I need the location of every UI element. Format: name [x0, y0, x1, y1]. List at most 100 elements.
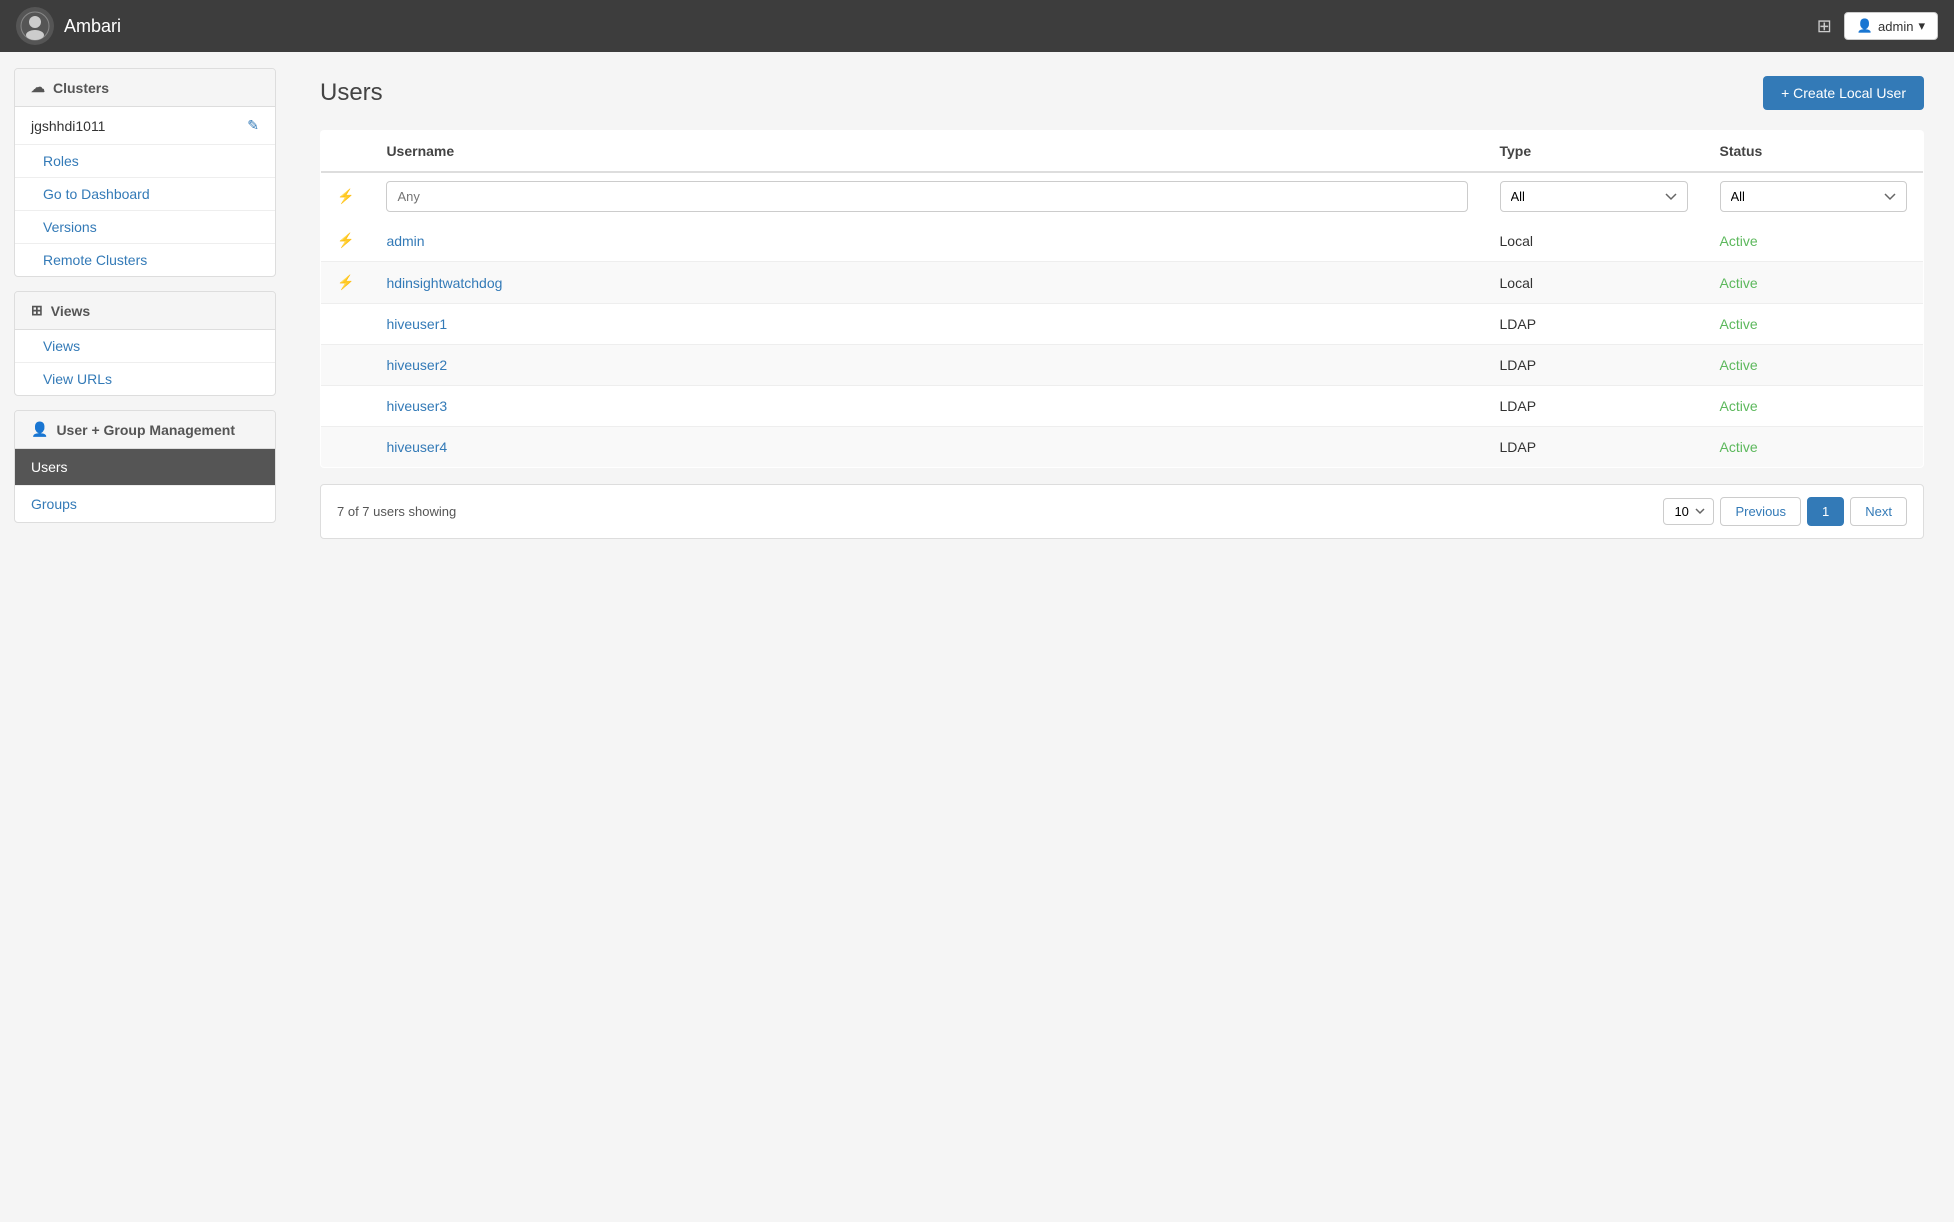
- main-content: Users + Create Local User Username Type …: [290, 52, 1954, 1222]
- username-filter-input[interactable]: [386, 181, 1467, 212]
- sidebar-item-remote-clusters[interactable]: Remote Clusters: [15, 244, 275, 276]
- topnav-right: ⊞ 👤 admin ▾: [1817, 12, 1938, 40]
- cloud-icon: ☁: [31, 79, 45, 96]
- table-row: ⚡ admin Local Active: [321, 220, 1924, 262]
- bolt-cell: ⚡: [321, 220, 371, 262]
- page-1-button[interactable]: 1: [1807, 497, 1844, 526]
- table-row: hiveuser3 LDAP Active: [321, 386, 1924, 427]
- type-cell: LDAP: [1484, 345, 1704, 386]
- users-table: Username Type Status ⚡ All Local: [320, 130, 1924, 468]
- status-badge: Active: [1720, 398, 1758, 414]
- pagination-info: 7 of 7 users showing: [337, 504, 456, 519]
- table-row: hiveuser4 LDAP Active: [321, 427, 1924, 468]
- status-badge: Active: [1720, 439, 1758, 455]
- main-header: Users + Create Local User: [320, 76, 1924, 110]
- admin-menu-button[interactable]: 👤 admin ▾: [1844, 12, 1938, 40]
- status-col-header: Status: [1704, 131, 1924, 173]
- sidebar-item-dashboard[interactable]: Go to Dashboard: [15, 178, 275, 211]
- pagination-controls: 10 25 50 Previous 1 Next: [1663, 497, 1907, 526]
- app-logo: [16, 7, 54, 45]
- bolt-cell: [321, 386, 371, 427]
- next-button[interactable]: Next: [1850, 497, 1907, 526]
- user-icon: 👤: [1857, 18, 1873, 34]
- username-col-header: Username: [370, 131, 1483, 173]
- type-cell: LDAP: [1484, 427, 1704, 468]
- username-link[interactable]: hiveuser1: [386, 316, 447, 332]
- status-badge: Active: [1720, 275, 1758, 291]
- previous-button[interactable]: Previous: [1720, 497, 1801, 526]
- type-col-header: Type: [1484, 131, 1704, 173]
- clusters-section: ☁ Clusters jgshhdi1011 ✎ Roles Go to Das…: [14, 68, 276, 277]
- bolt-col-header: [321, 131, 371, 173]
- username-link[interactable]: admin: [386, 233, 424, 249]
- status-badge: Active: [1720, 357, 1758, 373]
- sidebar-item-view-urls[interactable]: View URLs: [15, 363, 275, 395]
- filter-status-cell: All Active Inactive: [1704, 172, 1924, 220]
- sidebar-item-roles[interactable]: Roles: [15, 145, 275, 178]
- views-section: ⊞ Views Views View URLs: [14, 291, 276, 396]
- sidebar-item-groups[interactable]: Groups: [15, 486, 275, 522]
- bolt-icon: ⚡: [337, 274, 354, 290]
- cluster-name-item: jgshhdi1011 ✎: [15, 107, 275, 145]
- clusters-section-header: ☁ Clusters: [15, 69, 275, 107]
- user-group-section: 👤 User + Group Management Users Groups: [14, 410, 276, 523]
- dropdown-arrow-icon: ▾: [1918, 18, 1925, 34]
- app-title: Ambari: [64, 16, 121, 37]
- status-badge: Active: [1720, 233, 1758, 249]
- status-cell: Active: [1704, 386, 1924, 427]
- layout: ☁ Clusters jgshhdi1011 ✎ Roles Go to Das…: [0, 52, 1954, 1222]
- bolt-cell: [321, 427, 371, 468]
- page-size-select[interactable]: 10 25 50: [1663, 498, 1714, 525]
- table-row: hiveuser1 LDAP Active: [321, 304, 1924, 345]
- sidebar-item-views[interactable]: Views: [15, 330, 275, 363]
- type-cell: Local: [1484, 262, 1704, 304]
- bolt-cell: [321, 345, 371, 386]
- filter-username-cell: [370, 172, 1483, 220]
- username-link[interactable]: hiveuser4: [386, 439, 447, 455]
- sidebar-item-versions[interactable]: Versions: [15, 211, 275, 244]
- pagination-bar: 7 of 7 users showing 10 25 50 Previous 1…: [320, 484, 1924, 539]
- username-cell: hiveuser4: [370, 427, 1483, 468]
- table-row: hiveuser2 LDAP Active: [321, 345, 1924, 386]
- create-local-user-button[interactable]: + Create Local User: [1763, 76, 1924, 110]
- filter-bolt-cell: ⚡: [321, 172, 371, 220]
- page-title: Users: [320, 79, 383, 107]
- status-cell: Active: [1704, 427, 1924, 468]
- grid-icon[interactable]: ⊞: [1817, 16, 1832, 37]
- status-cell: Active: [1704, 262, 1924, 304]
- cluster-name: jgshhdi1011: [31, 118, 105, 134]
- type-cell: LDAP: [1484, 386, 1704, 427]
- sidebar-item-users[interactable]: Users: [15, 449, 275, 486]
- user-group-icon: 👤: [31, 421, 48, 438]
- views-grid-icon: ⊞: [31, 302, 43, 319]
- type-cell: Local: [1484, 220, 1704, 262]
- type-cell: LDAP: [1484, 304, 1704, 345]
- sidebar: ☁ Clusters jgshhdi1011 ✎ Roles Go to Das…: [0, 52, 290, 1222]
- status-badge: Active: [1720, 316, 1758, 332]
- username-link[interactable]: hdinsightwatchdog: [386, 275, 502, 291]
- cluster-edit-icon[interactable]: ✎: [247, 117, 259, 134]
- bolt-cell: ⚡: [321, 262, 371, 304]
- type-filter-select[interactable]: All Local LDAP: [1500, 181, 1688, 212]
- topnav-left: Ambari: [16, 7, 121, 45]
- status-filter-select[interactable]: All Active Inactive: [1720, 181, 1908, 212]
- user-group-section-header: 👤 User + Group Management: [15, 411, 275, 449]
- topnav: Ambari ⊞ 👤 admin ▾: [0, 0, 1954, 52]
- bolt-cell: [321, 304, 371, 345]
- username-cell: hiveuser2: [370, 345, 1483, 386]
- username-cell: hiveuser3: [370, 386, 1483, 427]
- bolt-icon: ⚡: [337, 232, 354, 248]
- username-link[interactable]: hiveuser3: [386, 398, 447, 414]
- username-cell: admin: [370, 220, 1483, 262]
- username-cell: hiveuser1: [370, 304, 1483, 345]
- admin-label: admin: [1878, 19, 1913, 34]
- table-row: ⚡ hdinsightwatchdog Local Active: [321, 262, 1924, 304]
- status-cell: Active: [1704, 345, 1924, 386]
- status-cell: Active: [1704, 304, 1924, 345]
- filter-type-cell: All Local LDAP: [1484, 172, 1704, 220]
- username-link[interactable]: hiveuser2: [386, 357, 447, 373]
- views-section-header: ⊞ Views: [15, 292, 275, 330]
- status-cell: Active: [1704, 220, 1924, 262]
- username-cell: hdinsightwatchdog: [370, 262, 1483, 304]
- filter-bolt-icon: ⚡: [337, 188, 354, 204]
